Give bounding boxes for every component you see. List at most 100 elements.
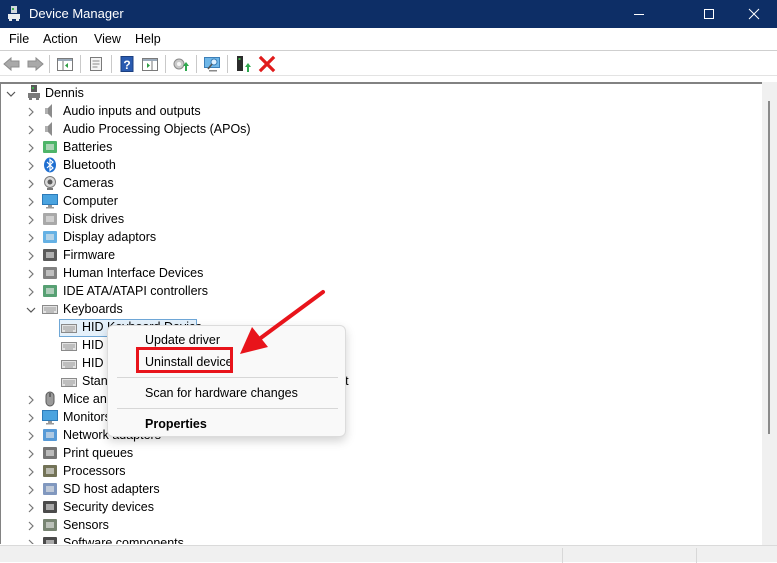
- scan-hardware-icon[interactable]: [203, 55, 221, 73]
- chevron-right-icon[interactable]: [26, 467, 36, 477]
- chevron-down-icon[interactable]: [6, 89, 16, 99]
- battery-icon: [43, 141, 57, 153]
- tree-category-label[interactable]: Disk drives: [63, 212, 124, 226]
- menu-bar: File Action View Help: [0, 28, 777, 51]
- tree-category-label[interactable]: Software components: [63, 536, 184, 544]
- forward-arrow-icon[interactable]: [26, 55, 44, 73]
- keyboard-icon: [61, 378, 77, 387]
- tree-category-label[interactable]: Audio inputs and outputs: [63, 104, 201, 118]
- tree-category-label[interactable]: Processors: [63, 464, 126, 478]
- software-component-icon: [43, 537, 57, 544]
- chevron-right-icon[interactable]: [26, 503, 36, 513]
- chevron-down-icon[interactable]: [26, 305, 36, 315]
- sd-adapter-icon: [43, 483, 57, 495]
- speaker-icon: [45, 122, 52, 136]
- menu-help[interactable]: Help: [135, 32, 161, 46]
- device-manager-icon: [8, 6, 20, 21]
- title-bar: Device Manager: [0, 0, 777, 28]
- toolbar-separator: [227, 55, 228, 73]
- tree-category-label[interactable]: Display adaptors: [63, 230, 156, 244]
- minimize-button[interactable]: [616, 0, 662, 28]
- scrollbar-thumb[interactable]: [768, 101, 770, 434]
- tree-category-label[interactable]: Sensors: [63, 518, 109, 532]
- annotation-arrow-icon: [240, 290, 325, 354]
- status-divider: [696, 548, 697, 563]
- menu-file[interactable]: File: [9, 32, 29, 46]
- chevron-right-icon[interactable]: [26, 215, 36, 225]
- tree-category-label[interactable]: Computer: [63, 194, 118, 208]
- device-tree: Dennis Audio inputs and outputs Audio Proc…: [0, 82, 762, 544]
- chevron-right-icon[interactable]: [26, 521, 36, 531]
- chevron-right-icon[interactable]: [26, 431, 36, 441]
- tree-category-label[interactable]: Human Interface Devices: [63, 266, 203, 280]
- tree-category-label[interactable]: IDE ATA/ATAPI controllers: [63, 284, 208, 298]
- annotation-highlight-box: [136, 347, 233, 373]
- chevron-right-icon[interactable]: [26, 287, 36, 297]
- tree-category-label[interactable]: Cameras: [63, 176, 114, 190]
- tree-category-label[interactable]: SD host adapters: [63, 482, 160, 496]
- toolbar-separator: [165, 55, 166, 73]
- toolbar: ?: [0, 52, 777, 76]
- printer-icon: [43, 447, 57, 459]
- menu-view[interactable]: View: [94, 32, 121, 46]
- menu-item-scan-hardware-changes[interactable]: Scan for hardware changes: [145, 386, 298, 400]
- enable-device-icon[interactable]: [234, 55, 252, 73]
- chevron-right-icon[interactable]: [26, 143, 36, 153]
- chevron-right-icon[interactable]: [26, 539, 36, 544]
- menu-item-properties[interactable]: Properties: [145, 417, 207, 431]
- help-icon[interactable]: ?: [118, 55, 136, 73]
- vertical-scrollbar[interactable]: [762, 82, 777, 545]
- network-icon: [43, 429, 57, 441]
- keyboard-icon: [61, 324, 77, 333]
- window-title: Device Manager: [29, 6, 124, 21]
- tree-category-firmware[interactable]: [1, 247, 762, 265]
- tree-category-batteries[interactable]: [1, 139, 762, 157]
- chevron-right-icon[interactable]: [26, 179, 36, 189]
- tree-category-label[interactable]: Keyboards: [63, 302, 123, 316]
- tree-category-label[interactable]: Batteries: [63, 140, 112, 154]
- tree-category-label[interactable]: Audio Processing Objects (APOs): [63, 122, 251, 136]
- tree-root-label[interactable]: Dennis: [45, 86, 84, 100]
- chevron-right-icon[interactable]: [26, 251, 36, 261]
- computer-root-icon: [28, 85, 40, 100]
- tree-category-label[interactable]: Security devices: [63, 500, 154, 514]
- tree-category-sensors[interactable]: [1, 517, 762, 535]
- speaker-icon: [45, 104, 52, 118]
- tree-category-cameras[interactable]: [1, 175, 762, 193]
- disk-drive-icon: [43, 213, 57, 225]
- toolbar-separator: [111, 55, 112, 73]
- chevron-right-icon[interactable]: [26, 161, 36, 171]
- chevron-right-icon[interactable]: [26, 197, 36, 207]
- chevron-right-icon[interactable]: [26, 269, 36, 279]
- uninstall-device-icon[interactable]: [258, 55, 276, 73]
- chevron-right-icon[interactable]: [26, 125, 36, 135]
- keyboard-icon: [42, 305, 58, 314]
- keyboard-icon: [61, 360, 77, 369]
- camera-icon: [44, 176, 56, 190]
- mouse-icon: [45, 391, 55, 407]
- close-button[interactable]: [731, 0, 777, 28]
- tree-category-label[interactable]: Print queues: [63, 446, 133, 460]
- chevron-right-icon[interactable]: [26, 449, 36, 459]
- tree-category-label[interactable]: Firmware: [63, 248, 115, 262]
- chevron-right-icon[interactable]: [26, 233, 36, 243]
- update-driver-icon[interactable]: [172, 55, 190, 73]
- processor-icon: [43, 465, 57, 477]
- show-action-pane-icon[interactable]: [141, 55, 159, 73]
- menu-action[interactable]: Action: [43, 32, 78, 46]
- chevron-right-icon[interactable]: [26, 395, 36, 405]
- chevron-right-icon[interactable]: [26, 107, 36, 117]
- maximize-button[interactable]: [686, 0, 732, 28]
- chevron-right-icon[interactable]: [26, 413, 36, 423]
- bluetooth-icon: [44, 157, 56, 173]
- show-hide-console-tree-icon[interactable]: [56, 55, 74, 73]
- tree-category-label[interactable]: Bluetooth: [63, 158, 116, 172]
- maximize-icon: [704, 9, 714, 19]
- tree-category-label[interactable]: Monitors: [63, 410, 111, 424]
- toolbar-separator: [196, 55, 197, 73]
- sensor-icon: [43, 519, 57, 531]
- back-arrow-icon[interactable]: [3, 55, 21, 73]
- chevron-right-icon[interactable]: [26, 485, 36, 495]
- menu-item-update-driver[interactable]: Update driver: [145, 333, 220, 347]
- properties-sheet-icon[interactable]: [87, 55, 105, 73]
